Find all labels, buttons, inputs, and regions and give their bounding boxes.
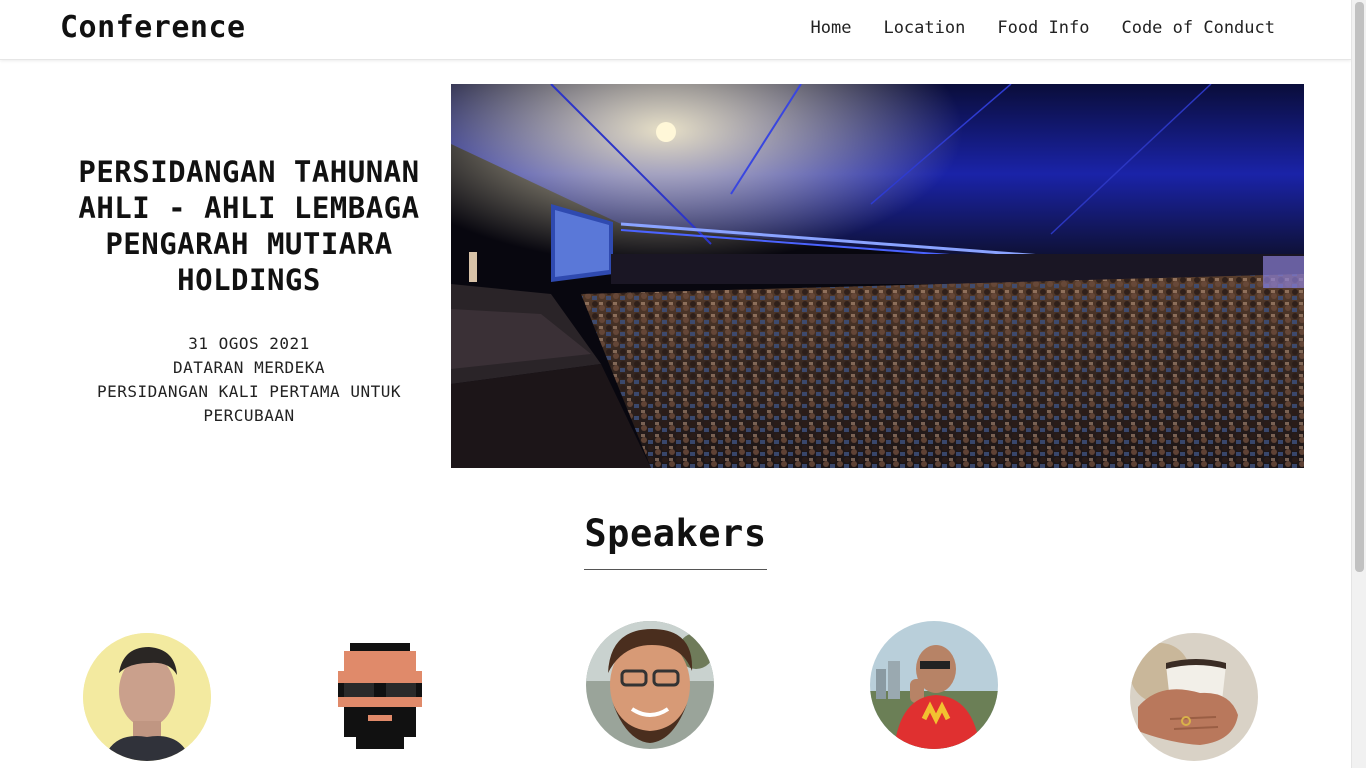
navbar: Conference Home Location Food Info Code … (0, 0, 1351, 60)
speaker-avatar-3[interactable] (586, 621, 714, 749)
speakers-section-heading: Speakers (0, 512, 1351, 570)
scrollbar-thumb[interactable] (1355, 2, 1364, 572)
conference-hall-image (451, 84, 1304, 468)
nav-food-info[interactable]: Food Info (997, 18, 1089, 38)
nav-home[interactable]: Home (811, 18, 852, 38)
hero-title: PERSIDANGAN TAHUNAN AHLI - AHLI LEMBAGA … (78, 155, 420, 297)
page-scrollbar[interactable] (1351, 0, 1366, 768)
speaker-avatar-hand-with-cup (1130, 633, 1258, 761)
nav-location[interactable]: Location (883, 18, 965, 38)
hero-meta: 31 OGOS 2021 DATARAN MERDEKA PERSIDANGAN… (58, 332, 440, 428)
speaker-avatar-1[interactable] (83, 633, 211, 761)
hero-date: 31 OGOS 2021 (188, 334, 310, 353)
brand-logo[interactable]: Conference (60, 10, 246, 45)
conference-hall-photo (451, 84, 1304, 468)
speaker-avatar-man-with-glasses (586, 621, 714, 749)
nav-code-of-conduct[interactable]: Code of Conduct (1121, 18, 1275, 38)
hero-venue: DATARAN MERDEKA (173, 358, 325, 377)
speaker-avatar-4[interactable] (870, 621, 998, 749)
speaker-avatar-5[interactable] (1130, 633, 1258, 761)
hero-text: PERSIDANGAN TAHUNAN AHLI - AHLI LEMBAGA … (58, 154, 440, 428)
hero-description: PERSIDANGAN KALI PERTAMA UNTUK PERCUBAAN (97, 382, 401, 425)
main-nav: Home Location Food Info Code of Conduct (811, 18, 1276, 38)
speaker-avatar-man-red-shirt (870, 621, 998, 749)
speaker-avatar-man-portrait (83, 633, 211, 761)
speaker-avatar-pixel-art-bearded-man (316, 633, 444, 761)
speakers-title: Speakers (584, 512, 767, 570)
speaker-avatar-2[interactable] (316, 633, 444, 761)
